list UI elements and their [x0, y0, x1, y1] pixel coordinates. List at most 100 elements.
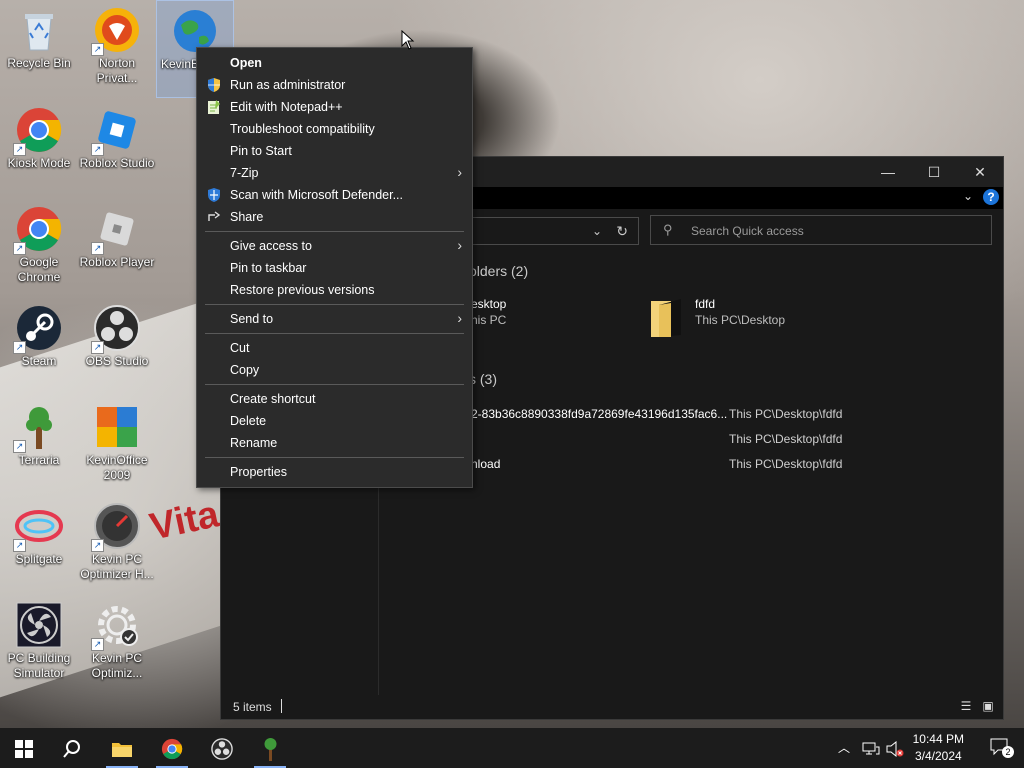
desktop-icon-terraria[interactable]: ↗ Terraria	[0, 397, 78, 495]
menu-item-label: Scan with Microsoft Defender...	[230, 188, 403, 202]
desktop-icon-label: Recycle Bin	[7, 56, 71, 70]
menu-item-rename[interactable]: Rename	[197, 432, 472, 454]
speedometer-icon: ↗	[91, 502, 141, 552]
menu-item-pin-to-start[interactable]: Pin to Start	[197, 140, 472, 162]
expand-ribbon-icon[interactable]: ⌄	[963, 189, 973, 203]
action-center-button[interactable]: 2	[990, 738, 1014, 758]
menu-item-label: Open	[230, 56, 262, 70]
menu-item-create-shortcut[interactable]: Create shortcut	[197, 388, 472, 410]
defender-shield-icon	[206, 187, 222, 203]
maximize-button[interactable]: ☐	[911, 157, 957, 187]
desktop-icon-kevinoffice[interactable]: KevinOffice 2009	[78, 397, 156, 495]
folders-group-header[interactable]: olders (2)	[469, 263, 528, 279]
item-count: 5 items	[233, 700, 272, 714]
desktop-icon-label: KevinOffice 2009	[86, 453, 148, 482]
menu-item-send-to[interactable]: Send to ›	[197, 308, 472, 330]
file-location: This PC\Desktop\fdfd	[729, 432, 843, 446]
search-input[interactable]: Search Quick access	[691, 224, 804, 238]
desktop-icon-pc-building-simulator[interactable]: PC Building Simulator	[0, 595, 78, 693]
file-name: nload	[471, 457, 501, 471]
start-button[interactable]	[0, 728, 48, 768]
windows-logo-icon	[15, 740, 33, 759]
desktop-icon-google-chrome[interactable]: ↗ Google Chrome	[0, 199, 78, 297]
desktop-icon-splitgate[interactable]: ↗ Splitgate	[0, 496, 78, 594]
large-icons-view-icon[interactable]: ▣	[981, 699, 995, 713]
desktop-icon-label: Roblox Studio	[79, 156, 155, 170]
folder-name: esktop	[471, 297, 507, 311]
menu-item-open[interactable]: Open	[197, 52, 472, 74]
search-box[interactable]: ⚲ Search Quick access	[650, 215, 992, 245]
details-view-icon[interactable]: ☰	[959, 699, 973, 713]
desktop-icon-roblox-player[interactable]: ↗ Roblox Player	[78, 199, 156, 297]
taskbar-obs[interactable]	[198, 728, 246, 768]
taskbar: ︿ 10:44 PM 3/4/2024 2	[0, 728, 1024, 768]
desktop-icon-kevin-pc-optimizer-h[interactable]: ↗ Kevin PC Optimizer H...	[78, 496, 156, 594]
terraria-icon	[264, 738, 277, 762]
close-button[interactable]: ✕	[957, 157, 1003, 187]
volume-muted-icon[interactable]	[886, 728, 904, 768]
taskbar-chrome[interactable]	[148, 728, 196, 768]
shortcut-arrow-icon: ↗	[91, 341, 104, 354]
desktop-icon-roblox-studio[interactable]: ↗ Roblox Studio	[78, 100, 156, 198]
menu-item-run-as-administrator[interactable]: Run as administrator	[197, 74, 472, 96]
menu-item-delete[interactable]: Delete	[197, 410, 472, 432]
status-separator	[281, 699, 282, 713]
shortcut-arrow-icon: ↗	[13, 242, 26, 255]
menu-item-share[interactable]: Share	[197, 206, 472, 228]
menu-separator	[205, 304, 464, 305]
address-history-chevron-icon[interactable]: ⌄	[592, 224, 602, 238]
desktop-icon-label: Google Chrome	[17, 255, 61, 284]
desktop-icon-label: Steam	[21, 354, 57, 368]
menu-item-restore-previous-versions[interactable]: Restore previous versions	[197, 279, 472, 301]
desktop-icon-kiosk-mode[interactable]: ↗ Kiosk Mode	[0, 100, 78, 198]
shortcut-arrow-icon: ↗	[13, 341, 26, 354]
search-icon: ⚲	[663, 222, 673, 237]
show-hidden-icons-button[interactable]: ︿	[838, 728, 850, 768]
menu-item-7-zip[interactable]: 7-Zip ›	[197, 162, 472, 184]
help-icon[interactable]: ?	[983, 189, 999, 205]
uac-shield-icon	[206, 77, 222, 93]
fan-icon	[15, 601, 63, 649]
desktop-icon-label: Roblox Player	[79, 255, 155, 269]
network-icon[interactable]	[862, 728, 880, 768]
menu-item-give-access-to[interactable]: Give access to ›	[197, 235, 472, 257]
desktop-icon-label: Kevin PC Optimiz...	[91, 651, 143, 680]
menu-item-label: Rename	[230, 436, 278, 450]
menu-item-scan-with-defender[interactable]: Scan with Microsoft Defender...	[197, 184, 472, 206]
menu-item-label: Run as administrator	[230, 78, 346, 92]
menu-item-pin-to-taskbar[interactable]: Pin to taskbar	[197, 257, 472, 279]
file-name: 2-83b36c8890338fd9a72869fe43196d135fac6.…	[471, 407, 728, 421]
desktop-icon-norton[interactable]: ↗ Norton Privat...	[78, 0, 156, 98]
desktop-icon-obs-studio[interactable]: ↗ OBS Studio	[78, 298, 156, 396]
menu-item-copy[interactable]: Copy	[197, 359, 472, 381]
desktop-icon-steam[interactable]: ↗ Steam	[0, 298, 78, 396]
recycle-bin-icon	[15, 6, 63, 54]
menu-item-label: Give access to	[230, 239, 312, 253]
menu-item-properties[interactable]: Properties	[197, 461, 472, 483]
taskbar-file-explorer[interactable]	[98, 728, 146, 768]
desktop-icon-label: PC Building Simulator	[7, 651, 71, 680]
terraria-icon: ↗	[13, 403, 63, 453]
desktop-icon-label: Norton Privat...	[96, 56, 138, 85]
taskbar-terraria[interactable]	[246, 728, 294, 768]
menu-item-label: Send to	[230, 312, 274, 326]
menu-item-troubleshoot-compatibility[interactable]: Troubleshoot compatibility	[197, 118, 472, 140]
folder-location: his PC	[471, 313, 507, 327]
minimize-button[interactable]: —	[865, 157, 911, 187]
system-clock[interactable]: 10:44 PM 3/4/2024	[913, 731, 964, 765]
recent-files-group-header[interactable]: s (3)	[469, 371, 497, 387]
chrome-icon: ↗	[13, 106, 63, 156]
office-icon	[93, 403, 141, 451]
desktop-icon-kevin-pc-optimiz[interactable]: ↗ Kevin PC Optimiz...	[78, 595, 156, 693]
menu-separator	[205, 384, 464, 385]
desktop-icon-recycle-bin[interactable]: Recycle Bin	[0, 0, 78, 98]
menu-item-edit-with-notepad[interactable]: Edit with Notepad++	[197, 96, 472, 118]
menu-item-cut[interactable]: Cut	[197, 337, 472, 359]
steam-icon: ↗	[13, 304, 63, 354]
shortcut-arrow-icon: ↗	[13, 539, 26, 552]
file-location: This PC\Desktop\fdfd	[729, 407, 843, 421]
menu-item-label: Troubleshoot compatibility	[230, 122, 375, 136]
refresh-icon[interactable]: ↻	[616, 223, 628, 240]
folder-location: This PC\Desktop	[695, 313, 786, 327]
taskbar-search-button[interactable]	[48, 728, 96, 768]
